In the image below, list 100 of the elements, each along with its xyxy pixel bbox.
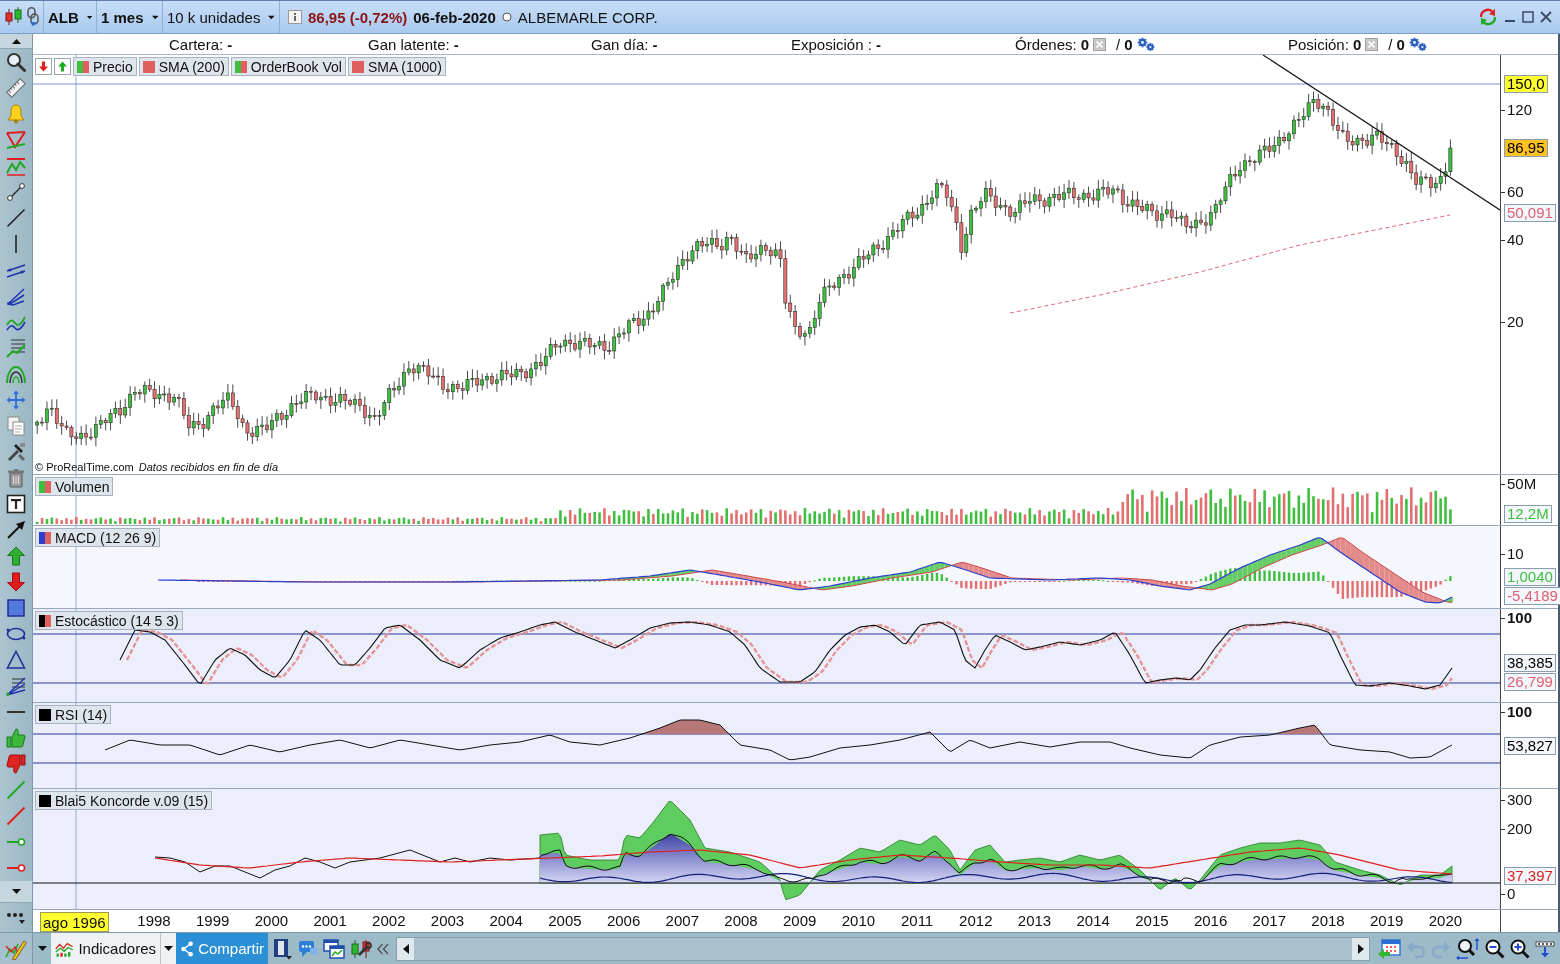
zoom-in-icon[interactable] bbox=[1510, 938, 1530, 959]
copy-icon[interactable] bbox=[6, 416, 26, 436]
year-label: 2009 bbox=[782, 912, 818, 929]
axis-label: 0 bbox=[1501, 885, 1516, 902]
arrow-up-icon[interactable] bbox=[54, 58, 71, 75]
zoom-out-icon[interactable] bbox=[1485, 938, 1505, 959]
axis-label: 200 bbox=[1501, 821, 1533, 837]
panel-layout-icon[interactable] bbox=[273, 937, 293, 960]
cancel-icon[interactable] bbox=[1093, 37, 1107, 51]
triangle-icon[interactable] bbox=[6, 650, 26, 670]
arc-icon[interactable] bbox=[6, 364, 26, 384]
caret-down-icon bbox=[268, 14, 275, 20]
chart-settings-icon[interactable] bbox=[350, 938, 372, 959]
candlestick-icon[interactable] bbox=[4, 7, 23, 27]
summary-label: Gan día: bbox=[591, 35, 649, 53]
axis-label: 60 bbox=[1501, 184, 1524, 200]
link-icon[interactable] bbox=[26, 7, 39, 27]
legend-button[interactable]: RSI (14) bbox=[35, 705, 112, 724]
symbol-dropdown[interactable]: ALB bbox=[44, 1, 96, 33]
diagonal-line-icon[interactable] bbox=[6, 208, 26, 228]
caret-down-icon[interactable] bbox=[37, 946, 47, 951]
thumbs-down-icon[interactable] bbox=[6, 754, 26, 774]
summary-label: Exposición : bbox=[791, 35, 872, 53]
circle-icon bbox=[501, 12, 512, 22]
more-icon[interactable] bbox=[1535, 939, 1555, 958]
text-icon[interactable] bbox=[6, 494, 26, 514]
segment-icon[interactable] bbox=[6, 182, 26, 202]
axis-label: 40 bbox=[1501, 231, 1524, 248]
axis-label: 10 bbox=[1501, 546, 1524, 562]
scroll-down-button[interactable] bbox=[0, 881, 32, 903]
year-label: 2014 bbox=[1075, 912, 1111, 929]
share-button[interactable]: Compartir bbox=[176, 933, 268, 964]
data-note: Datos recibidos en fin de día bbox=[138, 461, 279, 473]
scroll-left-button[interactable] bbox=[397, 937, 414, 960]
summary-value: - bbox=[227, 35, 233, 53]
cancel-icon[interactable] bbox=[1365, 37, 1379, 51]
fibonacci-grid-icon[interactable] bbox=[6, 338, 26, 358]
year-label: 2007 bbox=[664, 912, 700, 929]
value-badge: -5,4189 bbox=[1504, 587, 1560, 606]
quote-date: 06-feb-2020 bbox=[413, 8, 496, 26]
summary-separator: / bbox=[1388, 35, 1393, 53]
year-label: 2017 bbox=[1251, 912, 1287, 929]
double-chevron-icon[interactable] bbox=[377, 942, 389, 955]
year-label: 2020 bbox=[1427, 912, 1464, 929]
tools-icon[interactable] bbox=[6, 442, 26, 462]
arrow-down-icon[interactable] bbox=[6, 572, 26, 592]
refresh-icon[interactable] bbox=[1478, 8, 1498, 26]
search-icon[interactable] bbox=[6, 52, 26, 72]
sloped-line-icon[interactable] bbox=[6, 806, 26, 826]
legend-button[interactable]: Volumen bbox=[35, 477, 114, 496]
fan-lines-icon[interactable] bbox=[6, 676, 26, 696]
caret-up-icon bbox=[11, 38, 21, 44]
settings-icon[interactable] bbox=[1408, 36, 1427, 52]
zigzag-lines-icon[interactable] bbox=[6, 156, 26, 176]
legend-button[interactable]: SMA (200) bbox=[138, 57, 229, 76]
axis-label: 100 bbox=[1501, 704, 1533, 721]
close-icon[interactable] bbox=[1540, 11, 1552, 23]
year-label: 2019 bbox=[1369, 912, 1405, 929]
move-icon[interactable] bbox=[6, 390, 26, 410]
period-dropdown[interactable]: 1 mes bbox=[97, 1, 162, 33]
scroll-up-button[interactable] bbox=[0, 34, 32, 49]
settings-icon[interactable] bbox=[1136, 36, 1155, 52]
legend-button[interactable]: Precio bbox=[73, 57, 137, 76]
units-dropdown[interactable]: 10 k unidades bbox=[163, 1, 279, 33]
value-badge: 53,827 bbox=[1504, 736, 1556, 755]
price-badge: 86,95 bbox=[1504, 139, 1548, 158]
legend-button[interactable]: SMA (1000) bbox=[347, 57, 446, 76]
year-label: 2012 bbox=[958, 912, 994, 929]
pitchfork-icon[interactable] bbox=[6, 286, 26, 306]
info-icon[interactable] bbox=[288, 10, 302, 24]
arrow-down-icon[interactable] bbox=[35, 58, 52, 75]
value-badge: 12,2M bbox=[1504, 505, 1552, 524]
indicators-menu-button[interactable] bbox=[161, 933, 176, 964]
zoom-fit-icon[interactable] bbox=[1456, 937, 1480, 960]
arrow-icon[interactable] bbox=[6, 520, 26, 540]
more-icon[interactable] bbox=[6, 910, 26, 925]
legend-button[interactable]: OrderBook Vol bbox=[230, 57, 346, 76]
cursor-date-badge: ago 1996 bbox=[40, 912, 109, 932]
indicators-button[interactable]: Indicadores bbox=[51, 933, 161, 964]
trash-icon[interactable] bbox=[6, 468, 26, 488]
maximize-icon[interactable] bbox=[1522, 11, 1534, 23]
scroll-right-button[interactable] bbox=[1352, 937, 1369, 960]
summary-value: - bbox=[875, 35, 881, 53]
triangle-lines-icon[interactable] bbox=[6, 130, 26, 150]
arrow-up-icon[interactable] bbox=[6, 546, 26, 566]
thumbs-up-icon[interactable] bbox=[6, 728, 26, 748]
year-label: 2011 bbox=[899, 912, 935, 929]
legend-button[interactable]: Estocástico (14 5 3) bbox=[35, 611, 183, 630]
quote-change: 86,95 (-0,72%) bbox=[308, 8, 408, 26]
windows-icon[interactable] bbox=[323, 938, 345, 959]
chat-icon[interactable] bbox=[298, 938, 318, 959]
calendar-icon[interactable] bbox=[1377, 937, 1401, 960]
summary-label: Cartera: bbox=[169, 35, 224, 53]
caret-right-icon bbox=[1357, 943, 1364, 954]
year-label: 2018 bbox=[1310, 912, 1346, 929]
square-icon[interactable] bbox=[6, 598, 26, 618]
legend-button[interactable]: Blai5 Koncorde v.09 (15) bbox=[35, 791, 213, 810]
axis-label: 50M bbox=[1501, 476, 1537, 492]
summary-value: 0 bbox=[1080, 35, 1090, 53]
legend-button[interactable]: MACD (12 26 9) bbox=[35, 528, 161, 547]
